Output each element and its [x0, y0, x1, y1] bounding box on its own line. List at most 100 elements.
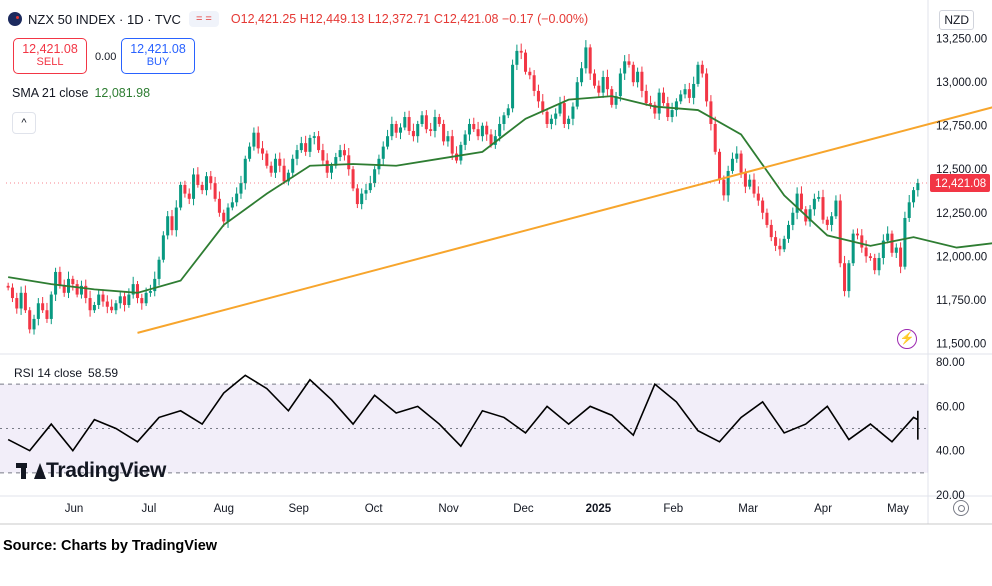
collapse-icon[interactable]: ^: [12, 112, 36, 134]
price-tick-label: 11,750.00: [936, 295, 986, 307]
candle-body: [364, 190, 368, 194]
candle-body: [442, 123, 446, 142]
candle-body: [49, 294, 53, 319]
candle-body: [386, 136, 390, 147]
candle-body: [769, 224, 773, 238]
candle-body: [554, 113, 558, 119]
rsi-value: 58.59: [88, 366, 119, 380]
candle-body: [718, 151, 722, 180]
candle-body: [894, 247, 898, 253]
candle-body: [631, 64, 635, 83]
candle-body: [592, 73, 597, 86]
rsi-tick-label: 60.00: [936, 401, 965, 413]
candle-body: [506, 108, 510, 116]
sma-label: SMA 21 close: [12, 86, 89, 100]
candle-body: [140, 298, 144, 304]
candle-body: [179, 184, 183, 208]
time-tick-label: Jul: [142, 503, 157, 515]
candle-body: [351, 169, 355, 189]
candle-body: [304, 143, 308, 152]
candle-body: [114, 303, 118, 311]
candle-body: [545, 111, 549, 124]
candle-body: [873, 258, 877, 271]
candle-body: [812, 198, 816, 210]
candle-body: [730, 158, 734, 171]
candle-body: [472, 123, 476, 130]
last-price-label: 12,421.08: [935, 178, 986, 190]
candle-body: [502, 115, 506, 124]
candle-body: [377, 158, 381, 170]
candle-body: [411, 130, 415, 137]
candle-body: [166, 216, 170, 236]
candle-body: [459, 144, 463, 161]
candle-body: [291, 158, 295, 173]
candle-body: [41, 303, 45, 311]
candle-body: [752, 179, 756, 194]
candle-body: [209, 176, 213, 184]
sell-button[interactable]: 12,421.08 SELL: [13, 38, 87, 74]
candle-body: [92, 305, 96, 311]
tradingview-logo-icon: [16, 462, 46, 480]
candle-body: [696, 64, 700, 84]
candle-body: [511, 64, 515, 109]
candle-body: [88, 298, 92, 311]
candle-body: [170, 216, 174, 231]
buy-button[interactable]: 12,421.08 BUY: [121, 38, 195, 74]
candle-body: [855, 233, 859, 236]
candle-body: [761, 200, 765, 213]
candle-body: [278, 158, 282, 166]
candle-body: [424, 115, 428, 130]
price-tick-label: 12,250.00: [936, 208, 987, 220]
candle-body: [127, 294, 131, 306]
candle-body: [575, 82, 579, 107]
candle-body: [71, 278, 75, 285]
lightning-icon[interactable]: ⚡: [897, 329, 917, 349]
candle-body: [416, 123, 420, 137]
candle-body: [700, 64, 704, 74]
menu-icon[interactable]: = =: [188, 11, 219, 27]
rsi-tick-label: 40.00: [936, 446, 965, 458]
candle-body: [394, 123, 398, 133]
symbol-title[interactable]: NZX 50 INDEX · 1D · TVC: [28, 12, 181, 27]
time-tick-label: Oct: [365, 503, 384, 515]
candle-body: [144, 292, 148, 304]
candle-body: [10, 287, 14, 299]
currency-label[interactable]: NZD: [939, 10, 974, 30]
candle-body: [433, 117, 437, 131]
candle-body: [843, 263, 847, 292]
candle-body: [28, 310, 32, 330]
candle-body: [670, 110, 674, 118]
candle-body: [799, 193, 803, 210]
candle-body: [463, 134, 467, 145]
candle-body: [584, 47, 588, 69]
settings-icon[interactable]: [953, 500, 969, 516]
candle-body: [282, 165, 286, 182]
candle-body: [524, 52, 528, 72]
candle-body: [782, 238, 786, 250]
candle-body: [644, 90, 648, 104]
source-caption: Source: Charts by TradingView: [3, 538, 218, 554]
candle-body: [360, 193, 364, 205]
rsi-legend[interactable]: RSI 14 close 58.59: [14, 366, 118, 380]
candle-body: [847, 263, 851, 292]
sma-legend[interactable]: SMA 21 close 12,081.98: [12, 86, 150, 100]
candle-body: [265, 153, 269, 166]
candle-body: [739, 153, 743, 173]
candle-body: [243, 158, 247, 184]
candle-body: [273, 158, 277, 173]
candle-body: [821, 197, 825, 220]
candle-body: [890, 233, 894, 253]
candle-body: [75, 284, 79, 295]
candle-body: [830, 216, 834, 225]
candle-body: [153, 278, 157, 292]
candle-body: [299, 143, 303, 151]
candle-body: [187, 193, 191, 199]
buy-label: BUY: [146, 56, 170, 68]
candle-body: [183, 184, 187, 194]
candle-body: [429, 129, 433, 131]
candle-body: [321, 150, 325, 161]
candle-body: [261, 148, 265, 154]
candle-body: [618, 73, 622, 97]
candle-body: [192, 174, 196, 199]
candle-body: [36, 303, 40, 319]
